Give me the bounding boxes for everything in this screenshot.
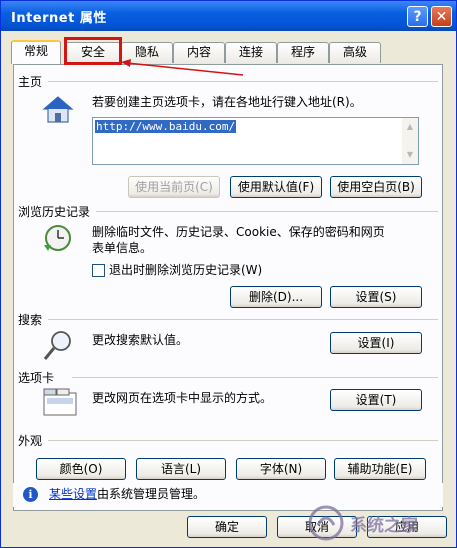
homepage-description: 若要创建主页选项卡，请在各地址行键入地址(R)。	[92, 95, 362, 109]
window-title: Internet 属性	[11, 11, 107, 26]
tab-advanced[interactable]: 高级	[329, 42, 381, 63]
title-bar[interactable]: Internet 属性 ? ✕	[1, 1, 456, 31]
tabs-group-title: 选项卡	[18, 371, 55, 385]
divider	[96, 211, 438, 212]
watermark-text: 系统之家	[350, 516, 418, 536]
homepage-group-title: 主页	[18, 75, 43, 89]
homepage-url-value: http://www.baidu.com/	[95, 120, 237, 133]
use-default-button[interactable]: 使用默认值(F)	[230, 176, 322, 198]
search-description: 更改搜索默认值。	[92, 333, 189, 347]
annotation-arrow	[121, 59, 244, 76]
appearance-group-title: 外观	[18, 434, 43, 448]
general-tab-panel: 主页 若要创建主页选项卡，请在各地址行键入地址(R)。 http://www.b…	[13, 64, 443, 511]
scroll-down-icon[interactable]: ▼	[403, 148, 417, 162]
watermark-logo: 系统之家	[306, 501, 456, 545]
history-description-line2: 表单信息。	[92, 241, 153, 255]
colors-button[interactable]: 颜色(O)	[36, 458, 126, 480]
admin-managed-text: 由系统管理员管理。	[97, 487, 206, 501]
internet-options-dialog: Internet 属性 ? ✕ 常规 安全 隐私 内容 连接 程序 高级 主页 …	[0, 0, 457, 548]
tab-programs[interactable]: 程序	[277, 42, 329, 63]
close-button[interactable]: ✕	[431, 6, 452, 27]
homepage-url-textarea[interactable]: http://www.baidu.com/ ▲ ▼	[92, 117, 419, 165]
delete-on-exit-checkbox[interactable]	[92, 264, 105, 277]
url-scrollbar[interactable]: ▲ ▼	[402, 118, 418, 164]
tabs-settings-button[interactable]: 设置(T)	[330, 389, 422, 411]
some-settings-link[interactable]: 某些设置	[49, 487, 97, 501]
use-current-button[interactable]: 使用当前页(C)	[128, 176, 220, 198]
divider	[48, 440, 438, 441]
divider	[72, 377, 438, 378]
delete-on-exit-label: 退出时删除浏览历史记录(W)	[109, 263, 263, 277]
search-group-title: 搜索	[18, 313, 43, 327]
divider	[48, 81, 438, 82]
history-settings-button[interactable]: 设置(S)	[330, 286, 422, 308]
delete-history-button[interactable]: 删除(D)...	[230, 286, 322, 308]
languages-button[interactable]: 语言(L)	[136, 458, 226, 480]
ok-button[interactable]: 确定	[187, 516, 267, 538]
history-description-line1: 删除临时文件、历史记录、Cookie、保存的密码和网页	[92, 225, 385, 239]
use-blank-button[interactable]: 使用空白页(B)	[330, 176, 422, 198]
fonts-button[interactable]: 字体(N)	[236, 458, 326, 480]
house-icon	[42, 96, 74, 123]
tabs-description: 更改网页在选项卡中显示的方式。	[92, 391, 273, 405]
magnifier-icon	[43, 331, 71, 360]
history-clock-icon	[44, 225, 71, 251]
tabs-icon	[43, 388, 77, 416]
search-settings-button[interactable]: 设置(I)	[330, 332, 422, 354]
info-icon: i	[23, 487, 38, 502]
tab-general[interactable]: 常规	[11, 40, 61, 64]
scroll-up-icon[interactable]: ▲	[403, 120, 417, 134]
help-button[interactable]: ?	[407, 6, 428, 27]
history-group-title: 浏览历史记录	[18, 205, 91, 219]
accessibility-button[interactable]: 辅助功能(E)	[334, 458, 426, 480]
watermark-icon	[308, 505, 344, 541]
divider	[48, 319, 438, 320]
security-tab-highlight-box	[64, 37, 122, 65]
